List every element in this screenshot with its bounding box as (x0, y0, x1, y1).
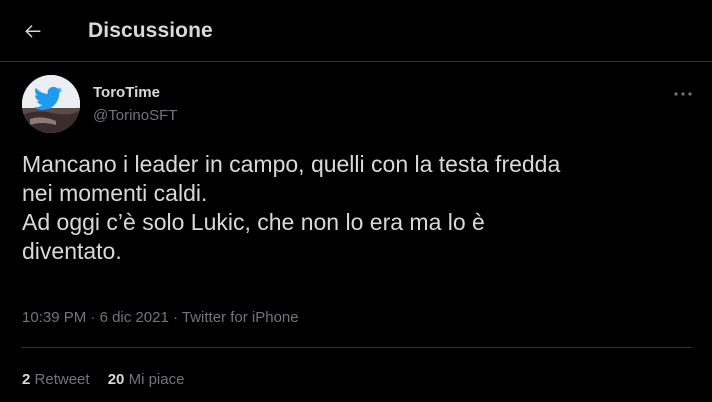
retweets-stat[interactable]: 2 Retweet (22, 371, 90, 388)
tweet-text-line: nei momenti caldi. (22, 180, 208, 206)
back-button[interactable] (20, 18, 46, 44)
author-handle[interactable]: @TorinoSFT (93, 107, 177, 124)
tweet-text-line: Ad oggi c’è solo Lukic, che non lo era m… (22, 209, 485, 235)
meta-separator: · (172, 309, 178, 326)
page-title: Discussione (88, 19, 213, 42)
likes-stat[interactable]: 20 Mi piace (108, 371, 185, 388)
arrow-left-icon (25, 24, 41, 38)
likes-label: Mi piace (128, 371, 185, 388)
meta-separator: · (90, 309, 96, 326)
more-horizontal-icon (674, 92, 692, 96)
retweets-count: 2 (22, 371, 31, 388)
tweet-stats: 2 Retweet 20 Mi piace (22, 371, 198, 388)
likes-count: 20 (107, 371, 125, 388)
retweets-label: Retweet (34, 371, 90, 388)
author-name[interactable]: ToroTime (93, 84, 160, 101)
twitter-bird-icon (22, 75, 80, 133)
tweet-text-line: diventato. (22, 238, 122, 264)
avatar[interactable] (22, 75, 80, 133)
tweet-text-line: Mancano i leader in campo, quelli con la… (22, 151, 561, 177)
tweet-source-link[interactable]: Twitter for iPhone (182, 309, 299, 326)
thread-header: Discussione (0, 0, 712, 62)
more-options-button[interactable] (668, 84, 698, 104)
tweet-date[interactable]: 6 dic 2021 (100, 309, 169, 326)
tweet-time[interactable]: 10:39 PM (22, 309, 86, 326)
tweet-metadata: 10:39 PM · 6 dic 2021 · Twitter for iPho… (22, 309, 299, 326)
tweet-text: Mancano i leader in campo, quelli con la… (22, 150, 692, 266)
divider (22, 347, 692, 348)
